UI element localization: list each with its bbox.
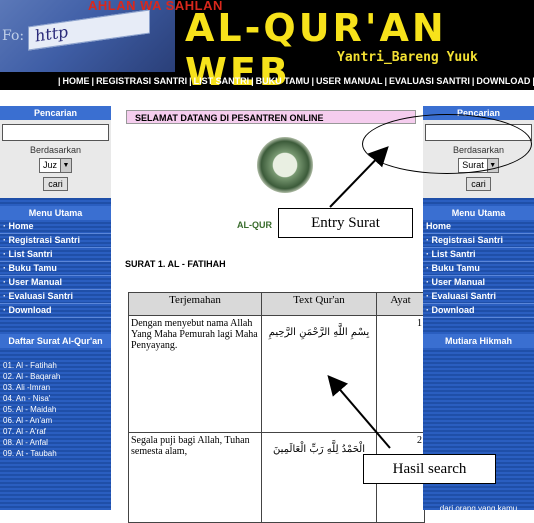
annotation-arrows — [327, 146, 391, 449]
result-arrow — [327, 374, 391, 449]
entry-arrow — [329, 146, 389, 208]
result-callout: Hasil search — [363, 454, 496, 484]
entry-callout: Entry Surat — [278, 208, 413, 238]
